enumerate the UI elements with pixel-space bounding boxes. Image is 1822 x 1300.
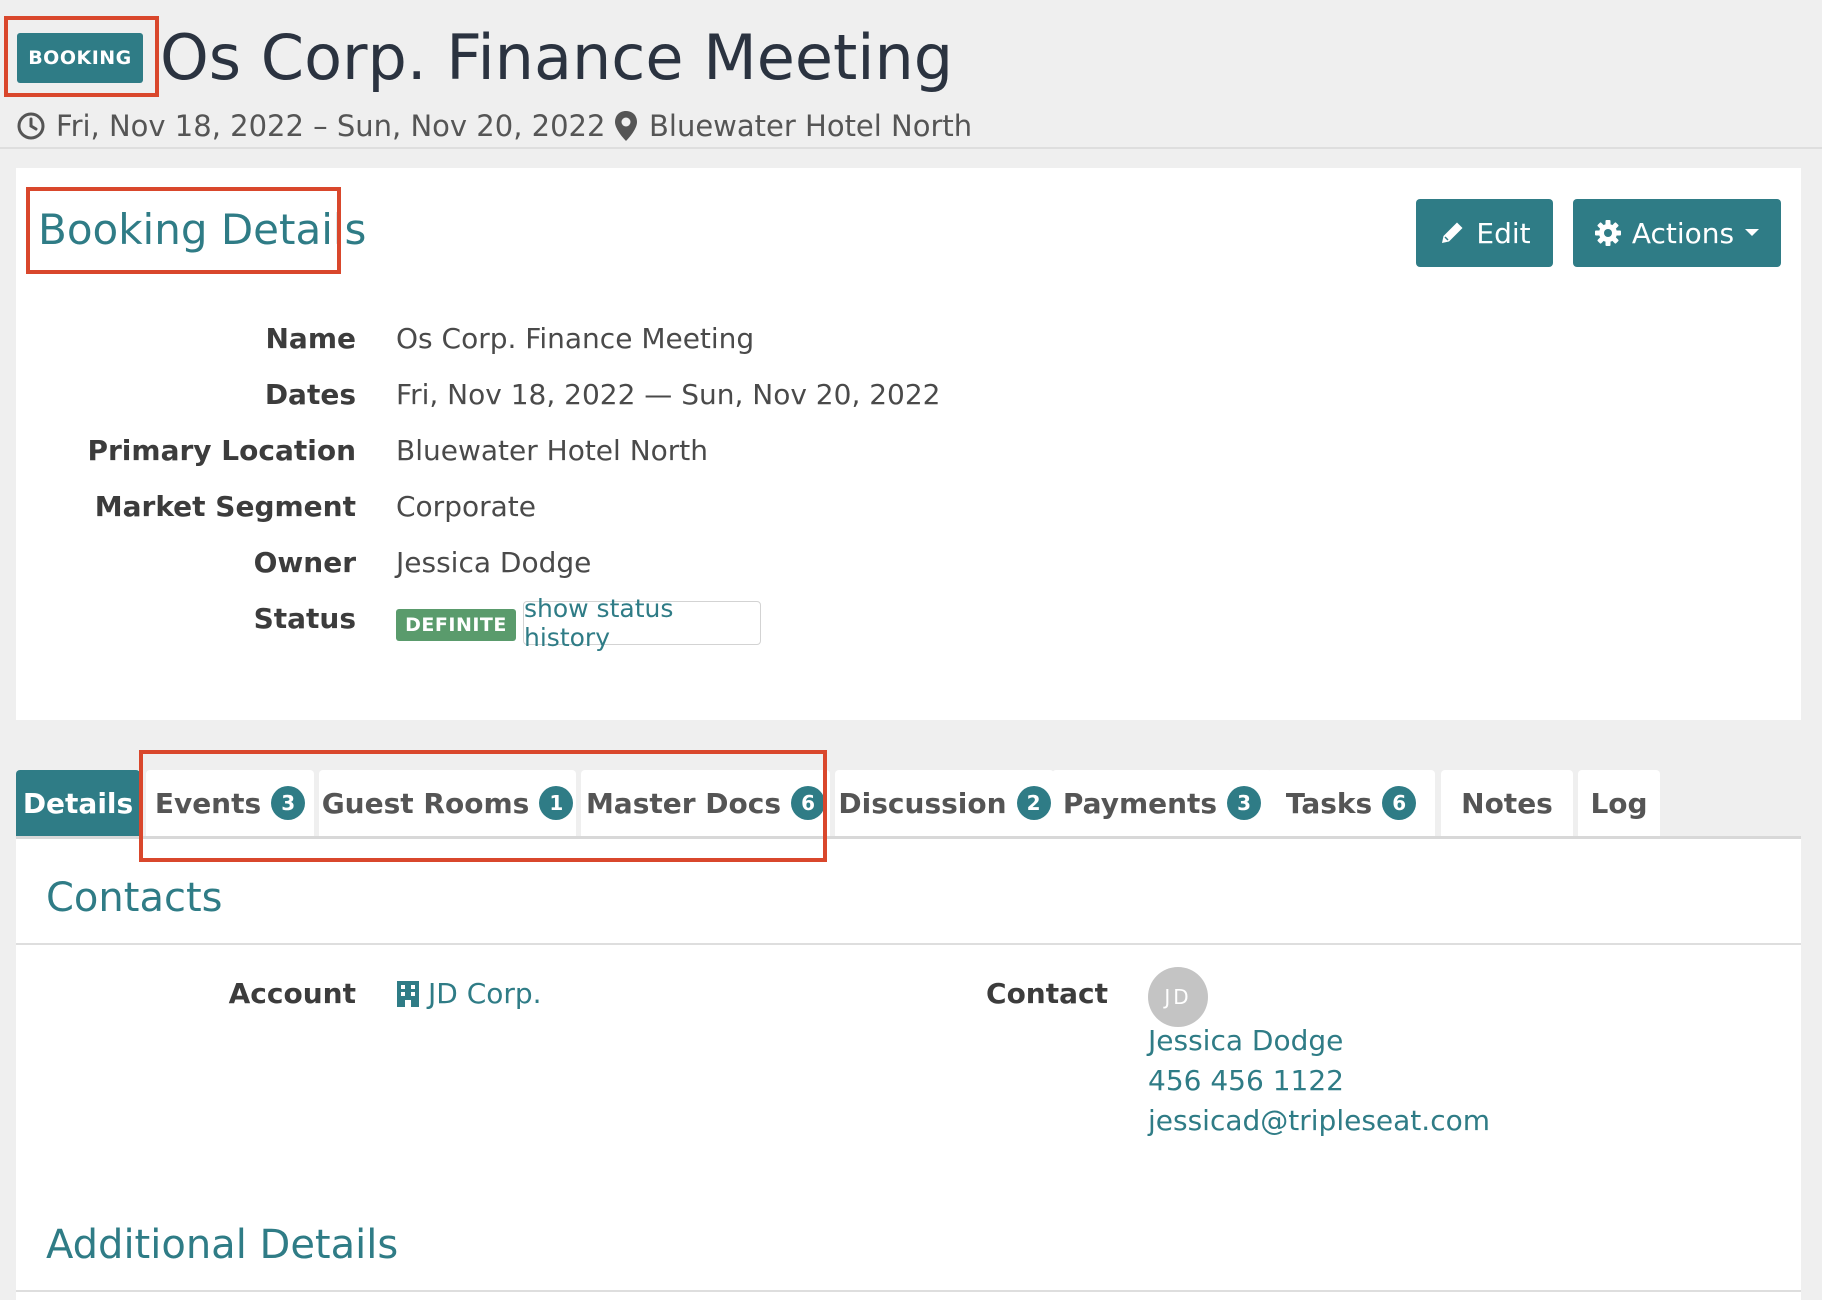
tab-label: Payments bbox=[1062, 786, 1218, 820]
booking-badge: BOOKING bbox=[17, 33, 143, 83]
contact-phone-link[interactable]: 456 456 1122 bbox=[1148, 1064, 1344, 1097]
map-pin-icon bbox=[615, 111, 637, 141]
status-badge: DEFINITE bbox=[396, 609, 516, 641]
account-name: JD Corp. bbox=[428, 977, 542, 1010]
building-icon bbox=[397, 980, 419, 1007]
additional-details-divider bbox=[16, 1290, 1801, 1292]
booking-details-title: Booking Details bbox=[38, 205, 367, 254]
caret-down-icon bbox=[1745, 229, 1760, 236]
header-location: Bluewater Hotel North bbox=[613, 106, 972, 146]
edit-button[interactable]: Edit bbox=[1416, 199, 1553, 267]
header-divider bbox=[0, 147, 1822, 149]
gear-icon bbox=[1594, 220, 1621, 246]
tab-events[interactable]: Events 3 bbox=[146, 770, 314, 836]
contact-name-link[interactable]: Jessica Dodge bbox=[1148, 1024, 1343, 1057]
pencil-icon bbox=[1442, 222, 1463, 243]
tab-label: Discussion bbox=[838, 786, 1007, 820]
tab-payments[interactable]: Payments 3 bbox=[1052, 770, 1272, 836]
tab-count-badge: 3 bbox=[1227, 786, 1262, 820]
account-link[interactable]: JD Corp. bbox=[396, 977, 542, 1010]
tab-label: Log bbox=[1590, 786, 1648, 820]
tab-label: Events bbox=[154, 786, 262, 820]
contact-email-link[interactable]: jessicad@tripleseat.com bbox=[1148, 1104, 1490, 1137]
tab-count-badge: 2 bbox=[1016, 786, 1051, 820]
tab-details[interactable]: Details bbox=[16, 770, 140, 836]
contacts-divider bbox=[16, 943, 1801, 945]
tab-bar: Details Events 3 Guest Rooms 1 Master Do… bbox=[16, 770, 1801, 838]
tab-tasks[interactable]: Tasks 6 bbox=[1267, 770, 1435, 836]
tab-count-badge: 6 bbox=[1382, 786, 1417, 820]
tab-label: Guest Rooms bbox=[321, 786, 530, 820]
account-label: Account bbox=[228, 977, 356, 1010]
actions-dropdown-button[interactable]: Actions bbox=[1573, 199, 1781, 267]
tab-count-badge: 1 bbox=[539, 786, 574, 820]
actions-label: Actions bbox=[1631, 216, 1735, 250]
tab-guest-rooms[interactable]: Guest Rooms 1 bbox=[319, 770, 576, 836]
field-value-primary-location: Bluewater Hotel North bbox=[396, 434, 709, 467]
additional-details-section-title: Additional Details bbox=[46, 1222, 399, 1268]
field-value-market-segment: Corporate bbox=[396, 490, 536, 523]
field-value-name: Os Corp. Finance Meeting bbox=[396, 322, 755, 355]
header-dates-text: Fri, Nov 18, 2022 – Sun, Nov 20, 2022 bbox=[56, 109, 606, 143]
tab-label: Master Docs bbox=[585, 786, 782, 820]
contacts-section-title: Contacts bbox=[46, 875, 223, 921]
field-label-primary-location: Primary Location bbox=[87, 434, 356, 467]
tab-log[interactable]: Log bbox=[1578, 770, 1660, 836]
field-value-owner: Jessica Dodge bbox=[396, 546, 592, 579]
tab-master-docs[interactable]: Master Docs 6 bbox=[581, 770, 830, 836]
tab-notes[interactable]: Notes bbox=[1441, 770, 1573, 836]
field-label-market-segment: Market Segment bbox=[94, 490, 356, 523]
contact-label: Contact bbox=[986, 977, 1108, 1010]
tab-label: Tasks bbox=[1285, 786, 1373, 820]
field-label-status: Status bbox=[253, 602, 356, 635]
show-status-history-button[interactable]: show status history bbox=[523, 594, 761, 652]
edit-label: Edit bbox=[1476, 216, 1531, 250]
field-label-dates: Dates bbox=[264, 378, 356, 411]
header-location-text: Bluewater Hotel North bbox=[649, 109, 973, 143]
avatar: JD bbox=[1148, 967, 1208, 1027]
page-title: Os Corp. Finance Meeting bbox=[160, 21, 954, 94]
field-label-name: Name bbox=[265, 322, 357, 355]
tab-label: Details bbox=[22, 786, 134, 820]
header-dates: Fri, Nov 18, 2022 – Sun, Nov 20, 2022 bbox=[16, 106, 605, 146]
tab-discussion[interactable]: Discussion 2 bbox=[835, 770, 1054, 836]
field-label-owner: Owner bbox=[253, 546, 356, 579]
tab-label: Notes bbox=[1461, 786, 1553, 820]
clock-icon bbox=[17, 112, 45, 140]
tab-count-badge: 6 bbox=[791, 786, 826, 820]
tab-count-badge: 3 bbox=[271, 786, 306, 820]
field-value-dates: Fri, Nov 18, 2022 — Sun, Nov 20, 2022 bbox=[396, 378, 941, 411]
